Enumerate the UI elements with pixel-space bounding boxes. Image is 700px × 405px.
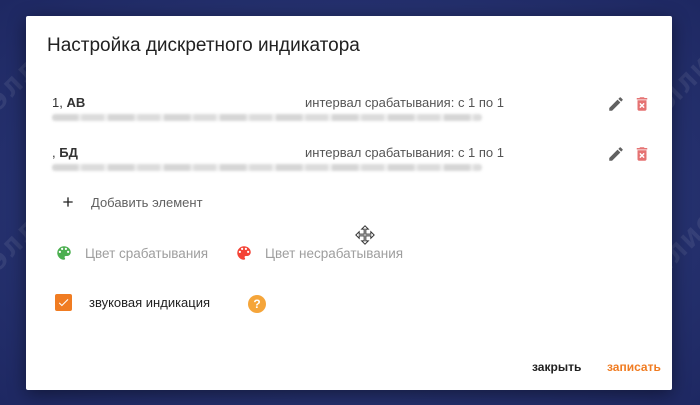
palette-icon xyxy=(57,246,71,260)
close-button[interactable]: закрыть xyxy=(532,360,581,374)
add-element-button[interactable]: Добавить элемент xyxy=(60,191,203,213)
trigger-color-button[interactable]: Цвет срабатывания xyxy=(55,244,208,262)
delete-icon[interactable] xyxy=(633,95,651,113)
element-code: БД xyxy=(59,145,78,160)
element-code: АВ xyxy=(66,95,86,110)
sound-indication-checkbox[interactable] xyxy=(55,294,72,311)
help-icon[interactable]: ? xyxy=(248,295,266,313)
element-name: , БД xyxy=(52,145,78,160)
element-interval: интервал срабатывания: с 1 по 1 xyxy=(305,145,505,160)
sound-indication-label: звуковая индикация xyxy=(89,295,211,310)
no-trigger-color-label: Цвет несрабатывания xyxy=(265,245,404,261)
element-row: 1, АВ интервал срабатывания: с 1 по 1 xyxy=(26,95,672,145)
trigger-color-label: Цвет срабатывания xyxy=(85,245,209,261)
no-trigger-color-button[interactable]: Цвет несрабатывания xyxy=(235,244,403,262)
save-button[interactable]: записать xyxy=(607,360,661,374)
delete-icon[interactable] xyxy=(633,145,651,163)
element-index: , xyxy=(52,145,56,160)
element-name: 1, АВ xyxy=(52,95,85,110)
add-element-label: Добавить элемент xyxy=(91,194,203,210)
element-description-blurred xyxy=(52,114,482,121)
sound-indication-row: звуковая индикация xyxy=(55,294,210,311)
edit-icon[interactable] xyxy=(607,95,625,113)
discrete-indicator-dialog: Настройка дискретного индикатора 1, АВ и… xyxy=(26,16,672,390)
plus-icon xyxy=(63,197,73,207)
element-row: , БД интервал срабатывания: с 1 по 1 xyxy=(26,145,672,195)
checkmark-icon xyxy=(58,299,69,307)
edit-icon[interactable] xyxy=(607,145,625,163)
move-cursor-icon xyxy=(355,225,375,245)
color-settings: Цвет срабатывания Цвет несрабатывания xyxy=(26,244,672,268)
element-interval: интервал срабатывания: с 1 по 1 xyxy=(305,95,505,110)
element-index: 1, xyxy=(52,95,63,110)
palette-icon xyxy=(237,246,251,260)
element-description-blurred xyxy=(52,164,482,171)
dialog-title: Настройка дискретного индикатора xyxy=(47,35,360,56)
